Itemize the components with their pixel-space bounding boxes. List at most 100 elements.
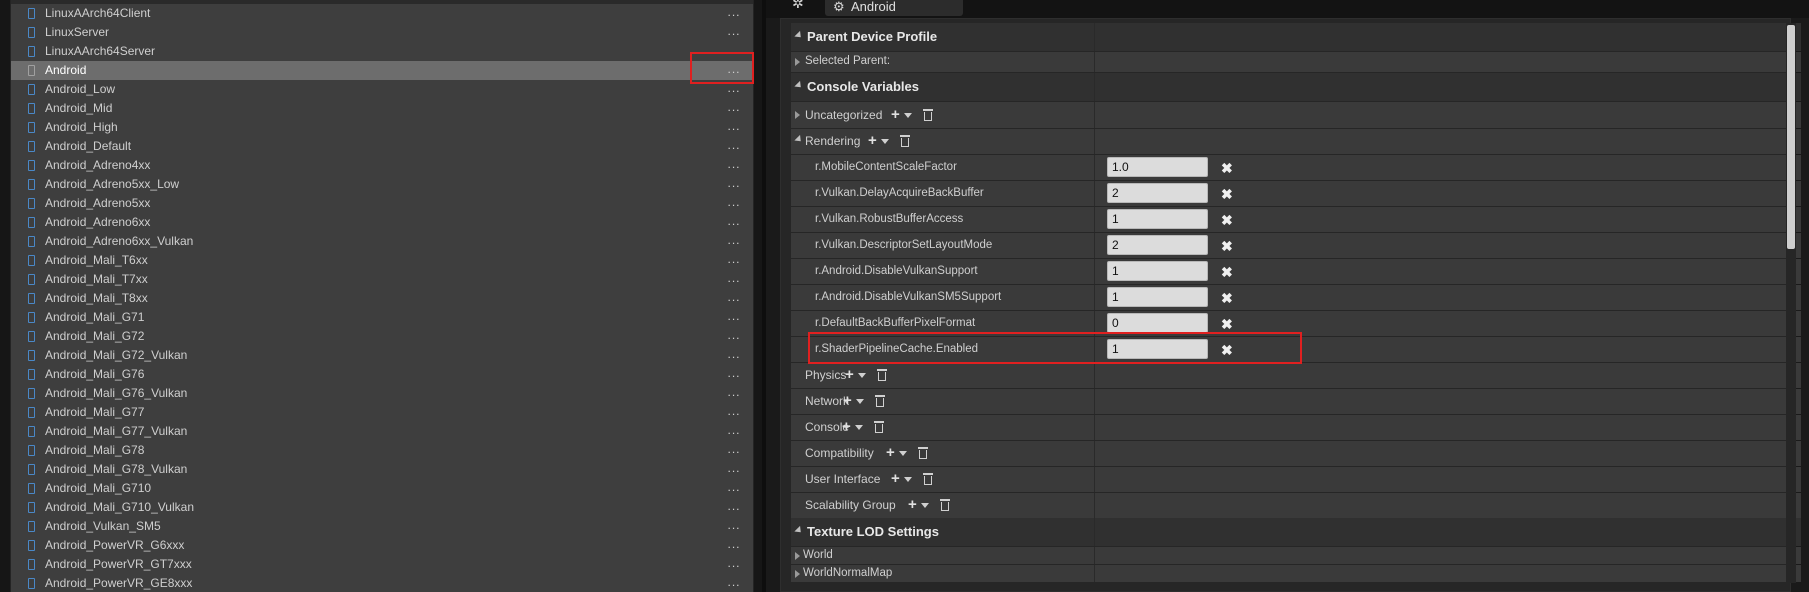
- console-variable-value-input[interactable]: 1.0: [1107, 157, 1208, 177]
- device-row[interactable]: Android_Mali_G76...: [11, 365, 753, 384]
- ellipsis-icon[interactable]: ...: [724, 517, 744, 536]
- device-row[interactable]: Android_Adreno4xx...: [11, 156, 753, 175]
- category-uncategorized[interactable]: Uncategorized +: [791, 102, 1801, 128]
- chevron-down-icon[interactable]: [858, 373, 866, 378]
- texture-lod-group-row[interactable]: World: [791, 547, 1801, 564]
- trash-icon[interactable]: [874, 421, 884, 433]
- chevron-down-icon[interactable]: [855, 425, 863, 430]
- console-variable-category[interactable]: User Interface +: [791, 467, 1801, 492]
- ellipsis-icon[interactable]: ...: [724, 232, 744, 251]
- texture-lod-group-row[interactable]: WorldNormalMap: [791, 565, 1801, 582]
- device-row[interactable]: Android_PowerVR_GT7xxx...: [11, 555, 753, 574]
- chevron-down-icon[interactable]: [904, 113, 912, 118]
- device-row[interactable]: Android_PowerVR_GE8xxx...: [11, 574, 753, 592]
- ellipsis-icon[interactable]: ...: [724, 42, 744, 61]
- ellipsis-icon[interactable]: ...: [724, 536, 744, 555]
- plus-icon[interactable]: +: [886, 445, 895, 460]
- device-row[interactable]: Android_High...: [11, 118, 753, 137]
- ellipsis-icon[interactable]: ...: [724, 99, 744, 118]
- ellipsis-icon[interactable]: ...: [724, 194, 744, 213]
- plus-icon[interactable]: +: [891, 107, 900, 122]
- close-icon[interactable]: ✖: [1221, 343, 1233, 357]
- device-row[interactable]: Android_Adreno6xx_Vulkan...: [11, 232, 753, 251]
- ellipsis-icon[interactable]: ...: [724, 479, 744, 498]
- chevron-down-icon[interactable]: [899, 451, 907, 456]
- console-variable-value-input[interactable]: 2: [1107, 183, 1208, 203]
- device-row[interactable]: Android_Mali_G77_Vulkan...: [11, 422, 753, 441]
- ellipsis-icon[interactable]: ...: [724, 365, 744, 384]
- console-variable-category[interactable]: Physics +: [791, 363, 1801, 388]
- selected-parent-row[interactable]: Selected Parent:: [791, 52, 1801, 72]
- device-row[interactable]: Android_Vulkan_SM5...: [11, 517, 753, 536]
- chevron-down-icon[interactable]: [904, 477, 912, 482]
- device-row[interactable]: Android_Mali_G710...: [11, 479, 753, 498]
- close-icon[interactable]: ✖: [1221, 187, 1233, 201]
- ellipsis-icon[interactable]: ...: [724, 327, 744, 346]
- ellipsis-icon[interactable]: ...: [724, 574, 744, 592]
- ellipsis-icon[interactable]: ...: [724, 289, 744, 308]
- ellipsis-icon[interactable]: ...: [724, 156, 744, 175]
- console-variable-value-input[interactable]: 1: [1107, 287, 1208, 307]
- device-row[interactable]: Android_Mali_G71...: [11, 308, 753, 327]
- trash-icon[interactable]: [940, 499, 950, 511]
- console-variable-value-input[interactable]: 0: [1107, 313, 1208, 333]
- ellipsis-icon[interactable]: ...: [724, 422, 744, 441]
- console-variable-value-input[interactable]: 2: [1107, 235, 1208, 255]
- close-icon[interactable]: ✖: [1221, 317, 1233, 331]
- device-row[interactable]: LinuxServer...: [11, 23, 753, 42]
- device-row[interactable]: Android_Low...: [11, 80, 753, 99]
- ellipsis-icon[interactable]: ...: [724, 460, 744, 479]
- trash-icon[interactable]: [900, 135, 910, 147]
- close-icon[interactable]: ✖: [1221, 265, 1233, 279]
- device-row[interactable]: Android_Adreno6xx...: [11, 213, 753, 232]
- ellipsis-icon[interactable]: ...: [724, 213, 744, 232]
- close-icon[interactable]: ✖: [1221, 213, 1233, 227]
- device-row[interactable]: Android_Mali_G78...: [11, 441, 753, 460]
- plus-icon[interactable]: +: [845, 367, 854, 382]
- trash-icon[interactable]: [877, 369, 887, 381]
- console-variable-value-input[interactable]: 1: [1107, 209, 1208, 229]
- close-icon[interactable]: ✖: [1221, 239, 1233, 253]
- console-variable-category[interactable]: Network +: [791, 389, 1801, 414]
- console-variable-value-input[interactable]: 1: [1107, 339, 1208, 359]
- ellipsis-icon[interactable]: ...: [724, 23, 744, 42]
- device-row[interactable]: Android_Mali_G78_Vulkan...: [11, 460, 753, 479]
- device-row[interactable]: Android_Mali_T6xx...: [11, 251, 753, 270]
- chevron-down-icon[interactable]: [881, 139, 889, 144]
- category-rendering[interactable]: Rendering +: [791, 129, 1801, 154]
- ellipsis-icon[interactable]: ...: [724, 137, 744, 156]
- console-variable-value-input[interactable]: 1: [1107, 261, 1208, 281]
- device-row-selected[interactable]: Android...: [11, 61, 753, 80]
- ellipsis-icon[interactable]: ...: [724, 441, 744, 460]
- device-row[interactable]: Android_Adreno5xx_Low...: [11, 175, 753, 194]
- device-row[interactable]: Android_Mali_G77...: [11, 403, 753, 422]
- device-row[interactable]: Android_Default...: [11, 137, 753, 156]
- parent-device-profile-header[interactable]: Parent Device Profile: [791, 23, 1801, 51]
- console-variable-category[interactable]: Console +: [791, 415, 1801, 440]
- plus-icon[interactable]: +: [868, 133, 877, 148]
- device-row[interactable]: Android_Adreno5xx...: [11, 194, 753, 213]
- chevron-down-icon[interactable]: [856, 399, 864, 404]
- ellipsis-icon[interactable]: ...: [724, 403, 744, 422]
- ellipsis-icon[interactable]: ...: [724, 4, 744, 23]
- texture-lod-settings-header[interactable]: Texture LOD Settings: [791, 518, 1801, 546]
- plus-icon[interactable]: +: [842, 419, 851, 434]
- tab-android[interactable]: ⚙ Android: [825, 0, 963, 16]
- device-row[interactable]: LinuxAArch64Client...: [11, 4, 753, 23]
- device-row[interactable]: Android_Mid...: [11, 99, 753, 118]
- ellipsis-icon[interactable]: ...: [724, 251, 744, 270]
- device-row[interactable]: Android_Mali_T7xx...: [11, 270, 753, 289]
- trash-icon[interactable]: [918, 447, 928, 459]
- trash-icon[interactable]: [923, 473, 933, 485]
- plus-icon[interactable]: +: [908, 497, 917, 512]
- ellipsis-icon[interactable]: ...: [724, 270, 744, 289]
- console-variable-category[interactable]: Compatibility +: [791, 441, 1801, 466]
- device-row[interactable]: Android_Mali_G72...: [11, 327, 753, 346]
- device-row[interactable]: LinuxAArch64Server...: [11, 42, 753, 61]
- console-variables-header[interactable]: Console Variables: [791, 73, 1801, 101]
- chevron-down-icon[interactable]: [921, 503, 929, 508]
- plus-icon[interactable]: +: [843, 393, 852, 408]
- trash-icon[interactable]: [923, 109, 933, 121]
- scrollbar-thumb[interactable]: [1787, 25, 1795, 249]
- trash-icon[interactable]: [875, 395, 885, 407]
